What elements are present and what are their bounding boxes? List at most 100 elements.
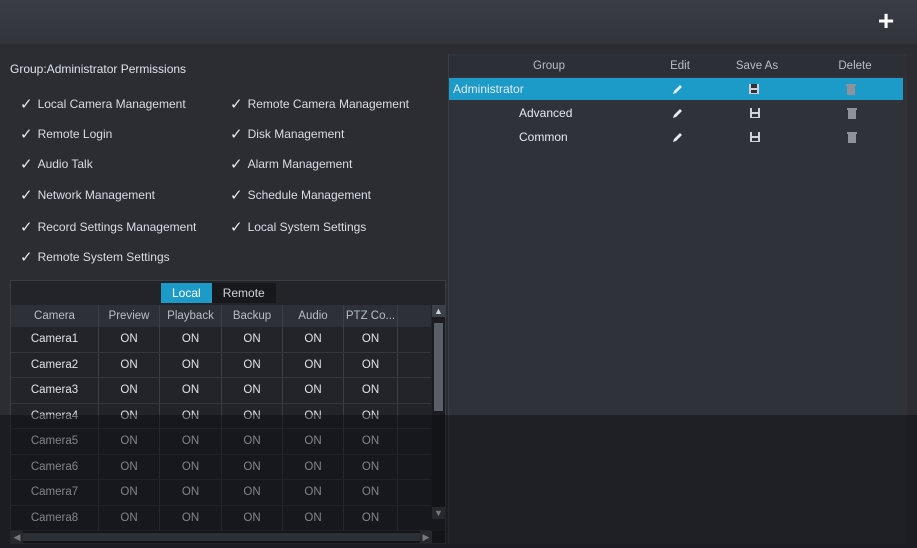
permission-cell[interactable]: ON [160, 352, 222, 377]
check-icon: ✓ [20, 249, 33, 266]
group-list-panel: Group Edit Save As Delete Administrator A… [448, 54, 907, 544]
scroll-right-icon[interactable]: ▶ [420, 531, 432, 543]
permission-cell[interactable]: ON [344, 378, 398, 403]
group-row[interactable]: Advanced [449, 102, 903, 124]
permission-cell[interactable]: ON [283, 429, 344, 454]
permission-cell[interactable]: ON [160, 505, 222, 530]
horizontal-scrollbar[interactable]: ◀ ▶ [11, 531, 445, 543]
table-row[interactable]: Camera8 ON ON ON ON ON [11, 505, 431, 531]
permission-cell[interactable]: ON [99, 352, 160, 377]
edit-icon[interactable] [647, 83, 708, 95]
permission-cell[interactable]: ON [99, 480, 160, 505]
permission-cell[interactable]: ON [160, 454, 222, 479]
permission-cell[interactable]: ON [222, 480, 283, 505]
permission-cell[interactable]: ON [222, 505, 283, 530]
permission-cell[interactable]: ON [283, 454, 344, 479]
perm-alarm-management[interactable]: ✓ Alarm Management [230, 154, 352, 173]
table-row[interactable]: Camera2 ON ON ON ON ON [11, 352, 431, 378]
edit-icon[interactable] [648, 131, 709, 143]
permission-cell[interactable]: ON [283, 480, 344, 505]
permission-cell[interactable]: ON [222, 327, 283, 352]
column-header[interactable]: Camera [11, 305, 99, 327]
delete-icon[interactable] [800, 83, 903, 95]
save-as-icon[interactable] [709, 107, 800, 119]
perm-local-system-settings[interactable]: ✓ Local System Settings [230, 217, 366, 236]
scroll-thumb[interactable] [434, 323, 443, 411]
column-header[interactable]: PTZ Co... [344, 305, 398, 327]
permission-cell[interactable]: ON [160, 378, 222, 403]
perm-remote-system-settings[interactable]: ✓ Remote System Settings [20, 247, 170, 266]
permission-cell[interactable]: ON [222, 403, 283, 428]
permission-cell[interactable]: ON [344, 403, 398, 428]
permission-cell[interactable]: ON [99, 403, 160, 428]
delete-icon[interactable] [800, 131, 903, 143]
permission-cell[interactable]: ON [160, 403, 222, 428]
save-as-icon[interactable] [709, 83, 800, 95]
perm-audio-talk[interactable]: ✓ Audio Talk [20, 154, 93, 173]
table-row[interactable]: Camera3 ON ON ON ON ON [11, 378, 431, 404]
permission-cell[interactable]: ON [344, 454, 398, 479]
camera-name-cell: Camera3 [11, 378, 99, 403]
table-row[interactable]: Camera1 ON ON ON ON ON [11, 327, 431, 353]
permission-cell[interactable]: ON [283, 352, 344, 377]
permission-cell[interactable]: ON [283, 403, 344, 428]
check-icon: ✓ [20, 96, 33, 113]
group-row[interactable]: Common [449, 126, 903, 148]
table-row[interactable]: Camera4 ON ON ON ON ON [11, 403, 431, 429]
permission-cell[interactable]: ON [99, 327, 160, 352]
perm-schedule-management[interactable]: ✓ Schedule Management [230, 185, 371, 204]
check-icon: ✓ [20, 156, 33, 173]
scroll-left-icon[interactable]: ◀ [11, 531, 23, 543]
column-header[interactable]: Preview [99, 305, 160, 327]
column-header-group: Group [533, 60, 565, 72]
check-icon: ✓ [230, 96, 243, 113]
permission-cell[interactable]: ON [99, 454, 160, 479]
permission-cell[interactable]: ON [222, 352, 283, 377]
table-row[interactable]: Camera6 ON ON ON ON ON [11, 454, 431, 480]
permission-cell[interactable]: ON [160, 480, 222, 505]
table-row[interactable]: Camera7 ON ON ON ON ON [11, 480, 431, 506]
group-name: Administrator [453, 82, 524, 96]
permission-cell[interactable]: ON [160, 327, 222, 352]
check-icon: ✓ [230, 219, 243, 236]
camera-name-cell: Camera7 [11, 480, 99, 505]
perm-remote-login[interactable]: ✓ Remote Login [20, 124, 112, 143]
permission-cell[interactable]: ON [344, 327, 398, 352]
permission-cell[interactable]: ON [344, 505, 398, 530]
permission-cell[interactable]: ON [344, 480, 398, 505]
vertical-scrollbar[interactable]: ▲ ▼ [432, 305, 445, 519]
tab-remote[interactable]: Remote [211, 283, 276, 303]
permission-cell[interactable]: ON [344, 429, 398, 454]
permission-cell[interactable]: ON [222, 429, 283, 454]
plus-icon[interactable]: + [873, 7, 899, 35]
perm-network-management[interactable]: ✓ Network Management [20, 185, 155, 204]
permission-cell[interactable]: ON [160, 429, 222, 454]
edit-icon[interactable] [648, 107, 709, 119]
group-row[interactable]: Administrator [449, 78, 903, 100]
column-header[interactable]: Backup [222, 305, 283, 327]
permission-cell[interactable]: ON [222, 454, 283, 479]
scroll-thumb-horizontal[interactable] [23, 533, 423, 541]
column-header[interactable]: Audio [283, 305, 344, 327]
save-as-icon[interactable] [709, 131, 800, 143]
perm-disk-management[interactable]: ✓ Disk Management [230, 124, 344, 143]
perm-local-camera-management[interactable]: ✓ Local Camera Management [20, 94, 186, 113]
permission-cell[interactable]: ON [283, 378, 344, 403]
permission-cell[interactable]: ON [222, 378, 283, 403]
table-header: Camera Preview Playback Backup Audio PTZ… [11, 305, 431, 327]
column-header[interactable]: Playback [160, 305, 222, 327]
perm-remote-camera-management[interactable]: ✓ Remote Camera Management [230, 94, 409, 113]
table-row[interactable]: Camera5 ON ON ON ON ON [11, 429, 431, 455]
scroll-up-icon[interactable]: ▲ [432, 305, 445, 317]
scroll-down-icon[interactable]: ▼ [432, 507, 445, 519]
delete-icon[interactable] [800, 107, 903, 119]
permission-cell[interactable]: ON [99, 429, 160, 454]
permission-cell[interactable]: ON [283, 505, 344, 530]
permission-cell[interactable]: ON [344, 352, 398, 377]
perm-record-settings-management[interactable]: ✓ Record Settings Management [20, 217, 196, 236]
camera-permissions-table: Local Remote Camera Preview Playback Bac… [10, 280, 446, 544]
permission-cell[interactable]: ON [99, 378, 160, 403]
permission-cell[interactable]: ON [99, 505, 160, 530]
permission-cell[interactable]: ON [283, 327, 344, 352]
tab-local[interactable]: Local [161, 283, 212, 303]
